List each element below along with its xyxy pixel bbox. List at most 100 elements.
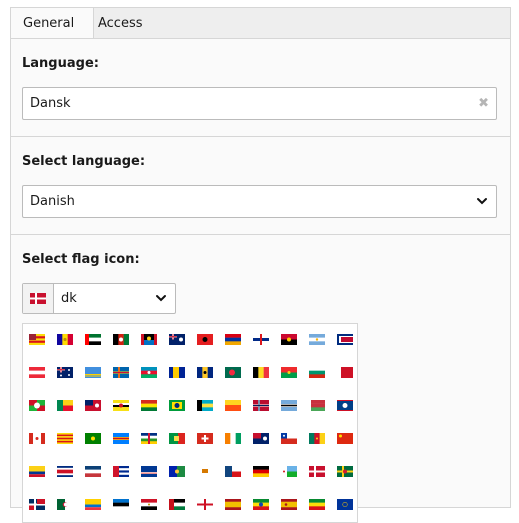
flag-option-at[interactable]	[23, 357, 51, 390]
flag-option-de[interactable]	[247, 456, 275, 489]
flag-option-bn[interactable]	[107, 390, 135, 423]
flag-option-cz[interactable]	[219, 456, 247, 489]
language-select[interactable]: Danish	[22, 185, 497, 218]
flag-option-eh[interactable]	[163, 489, 191, 522]
flag-option-ci[interactable]	[219, 423, 247, 456]
flag-option-ao[interactable]	[275, 324, 303, 357]
flag-option-be[interactable]	[247, 357, 275, 390]
flag-option-ae[interactable]	[79, 324, 107, 357]
flag-option-cn[interactable]	[331, 423, 357, 456]
flag-option-ec[interactable]	[79, 489, 107, 522]
az-flag-icon	[141, 367, 157, 378]
cz-flag-icon	[225, 466, 241, 477]
ar-flag-icon	[309, 334, 325, 345]
flag-option-bz[interactable]	[331, 390, 357, 423]
clear-icon[interactable]: ✖	[478, 88, 489, 119]
flag-option-cr[interactable]	[51, 456, 79, 489]
flag-option-dj[interactable]	[275, 456, 303, 489]
flag-option-cd[interactable]	[107, 423, 135, 456]
flag-option-ad[interactable]	[51, 324, 79, 357]
flag-option-bi[interactable]	[23, 390, 51, 423]
flag-option-cu[interactable]	[107, 456, 135, 489]
flag-option-ax[interactable]	[107, 357, 135, 390]
flag-option-aw[interactable]	[79, 357, 107, 390]
flag-option-bo[interactable]	[135, 390, 163, 423]
flag-option-es-ca[interactable]	[23, 324, 51, 357]
flag-option-ca[interactable]	[23, 423, 51, 456]
flag-option-bf[interactable]	[275, 357, 303, 390]
flag-icon-value: dk	[61, 291, 77, 306]
by-flag-icon	[309, 400, 325, 411]
flag-option-bd[interactable]	[219, 357, 247, 390]
ax-flag-icon	[113, 367, 129, 378]
flag-option-ai[interactable]	[163, 324, 191, 357]
flag-icon-select[interactable]: dk	[22, 283, 176, 314]
flag-option-ch[interactable]	[191, 423, 219, 456]
flag-option-bs[interactable]	[191, 390, 219, 423]
flag-option-cs[interactable]	[79, 456, 107, 489]
br-flag-icon	[169, 400, 185, 411]
flag-option-as[interactable]	[331, 324, 357, 357]
flag-option-cg[interactable]	[163, 423, 191, 456]
ao-flag-icon	[281, 334, 297, 345]
flag-option-az[interactable]	[135, 357, 163, 390]
flag-option-cf[interactable]	[135, 423, 163, 456]
flag-option-ck[interactable]	[247, 423, 275, 456]
et-flag-icon	[253, 499, 269, 510]
flag-option-et2[interactable]	[303, 489, 331, 522]
en-flag-icon	[197, 499, 213, 510]
flag-option-co[interactable]	[23, 456, 51, 489]
flag-option-es[interactable]	[219, 489, 247, 522]
tab-access[interactable]: Access	[86, 8, 155, 39]
flag-option-bh[interactable]	[331, 357, 357, 390]
flag-option-au[interactable]	[51, 357, 79, 390]
ci-flag-icon	[225, 433, 241, 444]
flag-option-cl[interactable]	[275, 423, 303, 456]
cc-flag-icon	[85, 433, 101, 444]
flag-option-ar[interactable]	[303, 324, 331, 357]
flag-option-do[interactable]	[23, 489, 51, 522]
flag-option-cy[interactable]	[191, 456, 219, 489]
ca-flag-icon	[29, 433, 45, 444]
flag-option-catalonia[interactable]	[51, 423, 79, 456]
language-input[interactable]: Dansk ✖	[22, 87, 497, 120]
flag-option-ba[interactable]	[163, 357, 191, 390]
flag-option-af[interactable]	[107, 324, 135, 357]
flag-option-eu[interactable]	[331, 489, 357, 522]
flag-option-cv[interactable]	[135, 456, 163, 489]
flag-option-br[interactable]	[163, 390, 191, 423]
flag-option-cc[interactable]	[79, 423, 107, 456]
flag-option-bw[interactable]	[275, 390, 303, 423]
flag-option-cm[interactable]	[303, 423, 331, 456]
flag-option-eu-sp[interactable]	[275, 489, 303, 522]
flag-option-eg[interactable]	[135, 489, 163, 522]
flag-option-al[interactable]	[191, 324, 219, 357]
eg-flag-icon	[141, 499, 157, 510]
dk-flag-icon	[309, 466, 325, 477]
tab-general[interactable]: General	[10, 7, 94, 39]
flag-option-ee[interactable]	[107, 489, 135, 522]
dj-flag-icon	[281, 466, 297, 477]
de-flag-icon	[253, 466, 269, 477]
flag-option-et[interactable]	[247, 489, 275, 522]
flag-option-bb[interactable]	[191, 357, 219, 390]
flag-option-by[interactable]	[303, 390, 331, 423]
an-flag-icon	[253, 334, 269, 345]
cr-flag-icon	[57, 466, 73, 477]
flag-option-bg[interactable]	[303, 357, 331, 390]
flag-option-ag[interactable]	[135, 324, 163, 357]
flag-option-bv[interactable]	[247, 390, 275, 423]
flag-option-dk[interactable]	[303, 456, 331, 489]
cg-flag-icon	[169, 433, 185, 444]
ck-flag-icon	[253, 433, 269, 444]
flag-option-am[interactable]	[219, 324, 247, 357]
flag-option-en[interactable]	[191, 489, 219, 522]
flag-option-dz[interactable]	[51, 489, 79, 522]
language-value: Dansk	[30, 96, 71, 111]
flag-option-bj[interactable]	[51, 390, 79, 423]
flag-option-bt[interactable]	[219, 390, 247, 423]
flag-option-an[interactable]	[247, 324, 275, 357]
flag-option-bm[interactable]	[79, 390, 107, 423]
flag-option-dm[interactable]	[331, 456, 357, 489]
flag-option-cx[interactable]	[163, 456, 191, 489]
